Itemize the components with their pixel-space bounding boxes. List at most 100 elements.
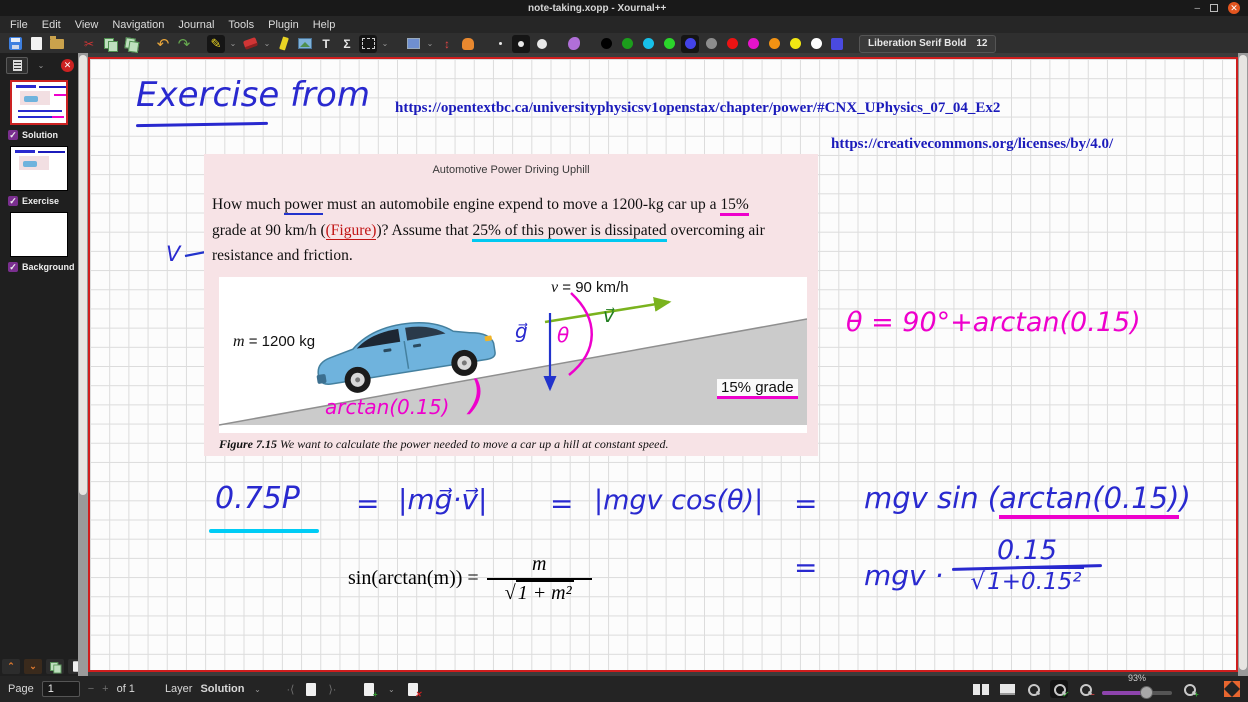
line-width-medium-button[interactable]: [512, 35, 530, 53]
thick-dot-icon: [537, 39, 547, 49]
layer-row-background[interactable]: ✓ Background: [0, 260, 78, 274]
copy-button[interactable]: [101, 35, 119, 53]
image-tool-button[interactable]: [296, 35, 314, 53]
redo-button[interactable]: ↷: [175, 35, 193, 53]
undo-button[interactable]: ↶: [154, 35, 172, 53]
fullscreen-button[interactable]: [1224, 681, 1240, 697]
layer-row-exercise[interactable]: ✓ Exercise: [0, 194, 78, 208]
eraser-options-chevron-icon[interactable]: ⌄: [262, 39, 272, 48]
color-magenta-button[interactable]: [744, 35, 762, 53]
color-black-button[interactable]: [597, 35, 615, 53]
open-button[interactable]: [48, 35, 66, 53]
line-width-thick-button[interactable]: [533, 35, 551, 53]
color-orange-button[interactable]: [765, 35, 783, 53]
add-page-button[interactable]: +: [360, 680, 378, 698]
font-button[interactable]: Liberation Serif Bold 12: [859, 35, 996, 53]
hand-tool-button[interactable]: [459, 35, 477, 53]
scrollbar-handle[interactable]: [1239, 55, 1247, 670]
presentation-mode-button[interactable]: [998, 680, 1016, 698]
paste-button[interactable]: [122, 35, 140, 53]
color-lightgreen-button[interactable]: [660, 35, 678, 53]
layer-row-solution[interactable]: ✓ Solution: [0, 128, 78, 142]
move-layer-down-button[interactable]: ⌄: [24, 659, 42, 674]
ink-blob-icon: [568, 37, 580, 50]
figure-link[interactable]: (Figure): [326, 222, 377, 240]
canvas-vertical-scrollbar[interactable]: [78, 53, 88, 676]
page-decrement-button[interactable]: −: [88, 683, 94, 695]
menu-navigation[interactable]: Navigation: [112, 19, 164, 31]
zoom-out-button[interactable]: −: [1076, 680, 1094, 698]
layer-thumbnail-exercise[interactable]: [10, 146, 68, 191]
select-options-chevron-icon[interactable]: ⌄: [380, 39, 390, 48]
menu-view[interactable]: View: [75, 19, 99, 31]
previous-layer-button[interactable]: ·⟨: [286, 683, 294, 696]
menu-file[interactable]: File: [10, 19, 28, 31]
zoom-slider[interactable]: 93%: [1102, 680, 1172, 698]
canvas-vertical-scrollbar-right[interactable]: [1238, 53, 1248, 676]
zoom-in-button[interactable]: +: [1180, 680, 1198, 698]
layer-select[interactable]: Solution: [200, 683, 244, 695]
underlined-power: power: [284, 196, 323, 215]
layer-checkbox-exercise[interactable]: ✓: [8, 196, 18, 206]
fill-tool-button[interactable]: [565, 35, 583, 53]
vertical-space-tool-button[interactable]: ↕: [438, 35, 456, 53]
cut-button[interactable]: ✂: [80, 35, 98, 53]
paired-pages-button[interactable]: [972, 680, 990, 698]
shape-tool-button[interactable]: [404, 35, 422, 53]
zoom-out-icon: −: [1079, 683, 1092, 696]
close-button[interactable]: ✕: [1228, 2, 1240, 14]
copy-icon: [50, 662, 60, 672]
layer-checkbox-solution[interactable]: ✓: [8, 130, 18, 140]
color-blue-button[interactable]: [681, 35, 699, 53]
layer-select-chevron-icon[interactable]: ⌄: [252, 685, 262, 694]
scrollbar-handle[interactable]: [79, 55, 87, 495]
color-red-button[interactable]: [723, 35, 741, 53]
highlighter-tool-button[interactable]: [275, 35, 293, 53]
color-white-button[interactable]: [807, 35, 825, 53]
pen-options-chevron-icon[interactable]: ⌄: [228, 39, 238, 48]
select-tool-button[interactable]: [359, 35, 377, 53]
next-layer-button[interactable]: ⟩·: [328, 683, 336, 696]
move-layer-up-button[interactable]: ⌃: [2, 659, 20, 674]
layer-indicator-button[interactable]: [302, 680, 320, 698]
page-number-input[interactable]: [42, 681, 80, 697]
shape-options-chevron-icon[interactable]: ⌄: [425, 39, 435, 48]
color-picker-button[interactable]: [828, 35, 846, 53]
math-tex-tool-button[interactable]: Σ: [338, 35, 356, 53]
line-width-fine-button[interactable]: [491, 35, 509, 53]
fine-dot-icon: [499, 42, 502, 45]
menu-plugin[interactable]: Plugin: [268, 19, 299, 31]
copy-layer-button[interactable]: [46, 659, 64, 674]
color-gray-button[interactable]: [702, 35, 720, 53]
menu-help[interactable]: Help: [313, 19, 336, 31]
color-green-button[interactable]: [618, 35, 636, 53]
maximize-button[interactable]: [1210, 4, 1218, 12]
zoom-100-button[interactable]: ✓: [1050, 680, 1068, 698]
menu-edit[interactable]: Edit: [42, 19, 61, 31]
layer-thumbnail-background[interactable]: [10, 212, 68, 257]
add-page-chevron-icon[interactable]: ⌄: [386, 685, 396, 694]
sidebar-chevron-icon[interactable]: ⌄: [36, 61, 46, 70]
menu-tools[interactable]: Tools: [228, 19, 254, 31]
eraser-tool-button[interactable]: [241, 35, 259, 53]
document-page[interactable]: Exercise from https://opentextbc.ca/univ…: [88, 57, 1238, 672]
color-yellow-button[interactable]: [786, 35, 804, 53]
layer-checkbox-background[interactable]: ✓: [8, 262, 18, 272]
delete-page-button[interactable]: ✕: [404, 680, 422, 698]
toolbar: ✂ ↶ ↷ ✎ ⌄ ⌄ T Σ ⌄ ⌄ ↕: [0, 33, 1248, 54]
minimize-button[interactable]: –: [1194, 3, 1200, 14]
paste-icon: [124, 37, 138, 51]
layer-preview-mode-button[interactable]: [6, 57, 28, 74]
new-document-button[interactable]: [27, 35, 45, 53]
sidebar-close-button[interactable]: ✕: [61, 59, 74, 72]
pen-tool-button[interactable]: ✎: [207, 35, 225, 53]
menu-journal[interactable]: Journal: [178, 19, 214, 31]
layer-thumbnail-solution[interactable]: [10, 80, 68, 125]
zoom-fit-button[interactable]: [1024, 680, 1042, 698]
zoom-slider-knob[interactable]: [1140, 686, 1153, 699]
xournal-window: note-taking.xopp - Xournal++ – ✕ File Ed…: [0, 0, 1248, 702]
page-increment-button[interactable]: +: [102, 683, 108, 695]
text-tool-button[interactable]: T: [317, 35, 335, 53]
save-button[interactable]: [6, 35, 24, 53]
color-cyan-button[interactable]: [639, 35, 657, 53]
